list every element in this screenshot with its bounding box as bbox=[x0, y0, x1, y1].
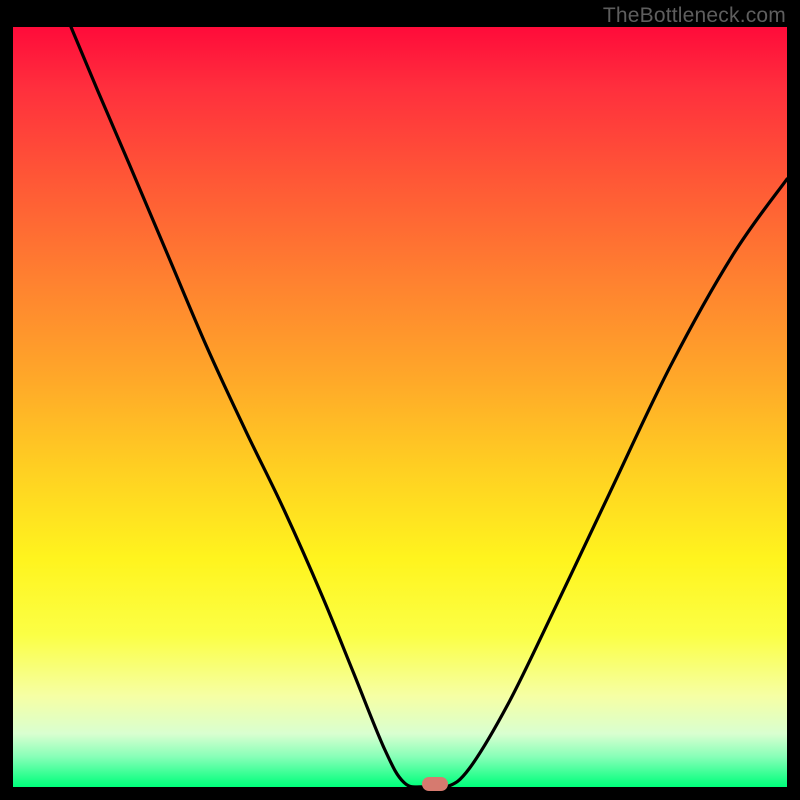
chart-frame: TheBottleneck.com bbox=[0, 0, 800, 800]
bottleneck-curve-path bbox=[71, 27, 787, 787]
watermark-text: TheBottleneck.com bbox=[603, 4, 786, 28]
plot-area bbox=[13, 27, 787, 787]
curve-svg bbox=[13, 27, 787, 787]
bottleneck-marker bbox=[422, 777, 448, 791]
